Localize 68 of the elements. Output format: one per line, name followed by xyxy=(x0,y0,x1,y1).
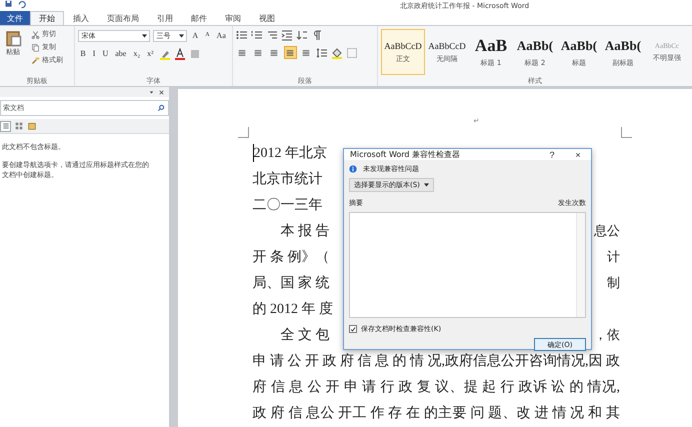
document-text: 制 xyxy=(607,274,620,292)
scissors-icon xyxy=(31,30,40,38)
document-text: 全 文 包 xyxy=(280,326,330,344)
multilevel-list-icon[interactable] xyxy=(266,29,278,41)
pane-tab[interactable] xyxy=(13,120,24,132)
align-button[interactable] xyxy=(284,46,297,59)
ribbon-tab[interactable]: 引用 xyxy=(148,11,182,25)
numbered-list-icon[interactable] xyxy=(250,29,263,41)
document-text: 政 府 信 息公 开工 作 存 在 的主要 问 题、改 进 情 况 和 其 xyxy=(252,404,620,422)
document-text: ，依 xyxy=(594,326,620,344)
format-button[interactable]: abe xyxy=(113,47,128,60)
format-button[interactable]: x² xyxy=(145,47,156,60)
pane-tab[interactable] xyxy=(26,120,37,132)
ribbon-tab[interactable]: 页面布局 xyxy=(98,11,148,25)
checkbox[interactable] xyxy=(349,325,357,333)
format-button[interactable]: U xyxy=(100,47,110,60)
copy-icon xyxy=(31,42,40,52)
page-icon xyxy=(28,122,36,130)
line-spacing-icon[interactable] xyxy=(316,46,328,58)
format-button[interactable]: x₂ xyxy=(131,47,142,60)
ribbon-tab[interactable]: 视图 xyxy=(250,11,284,25)
document-text: 计 xyxy=(607,248,620,266)
ribbon-tab[interactable]: 开始 xyxy=(30,11,64,25)
search-icon[interactable] xyxy=(156,104,164,112)
save-icon[interactable] xyxy=(4,0,13,9)
document-text: 本 报 告 xyxy=(280,222,330,240)
ribbon-tab[interactable]: 审阅 xyxy=(216,11,250,25)
indent-icon[interactable] xyxy=(280,29,293,41)
document-text: 的 2012 年 度 xyxy=(252,300,333,318)
align-lines-icon xyxy=(269,48,280,58)
close-button[interactable]: × xyxy=(565,150,591,160)
file-tab[interactable]: 文件 xyxy=(0,11,30,25)
font-button[interactable]: A xyxy=(190,29,200,42)
align-lines-icon xyxy=(285,48,296,58)
document-text: 二〇一三年 xyxy=(252,196,322,214)
align-lines-icon xyxy=(301,48,312,58)
document-text: 息公 xyxy=(594,222,620,240)
ribbon-tab[interactable]: 邮件 xyxy=(182,11,216,25)
dialog-title: Microsoft Word 兼容性检查器 xyxy=(350,149,462,160)
pane-tab[interactable] xyxy=(0,120,11,132)
align-lines-icon xyxy=(237,48,248,58)
caret-icon xyxy=(142,34,148,38)
align-lines-icon xyxy=(253,48,264,58)
document-text: 开 条 例》（ xyxy=(252,248,330,266)
undo-icon[interactable] xyxy=(17,0,26,9)
document-text: 申 请 公 开 政 府 信 息 的 情 况,政府信息公开咨询情况,因 政 xyxy=(252,352,620,370)
format-button[interactable]: B xyxy=(78,47,88,60)
paint-bucket-icon[interactable] xyxy=(330,46,343,58)
caret-icon xyxy=(179,34,184,38)
document-text: 2012 年北京 xyxy=(252,144,327,162)
font-color-icon[interactable] xyxy=(174,48,186,60)
help-button[interactable]: ? xyxy=(539,150,565,160)
paintbrush-icon xyxy=(31,56,40,64)
grid-icon xyxy=(14,122,22,130)
document-text: 局、国 家 统 xyxy=(252,274,330,292)
ribbon-tab[interactable]: 插入 xyxy=(64,11,98,25)
format-button[interactable]: I xyxy=(90,47,98,60)
border-icon[interactable] xyxy=(346,46,358,58)
font-button[interactable]: Aa xyxy=(214,29,228,42)
clipboard-icon[interactable] xyxy=(4,29,22,47)
document-text: 北京市统计 xyxy=(252,170,322,188)
list-icon xyxy=(2,122,10,130)
info-icon[interactable] xyxy=(349,165,357,173)
close-icon[interactable] xyxy=(158,88,164,96)
bullet-list-icon[interactable] xyxy=(236,29,248,41)
sort-icon[interactable] xyxy=(296,29,308,41)
caret-icon xyxy=(424,183,429,187)
document-text: 府 信 息 公 开 申 请 行 政 复 议、提 起 行 政诉 讼 的 情况, xyxy=(252,378,620,396)
